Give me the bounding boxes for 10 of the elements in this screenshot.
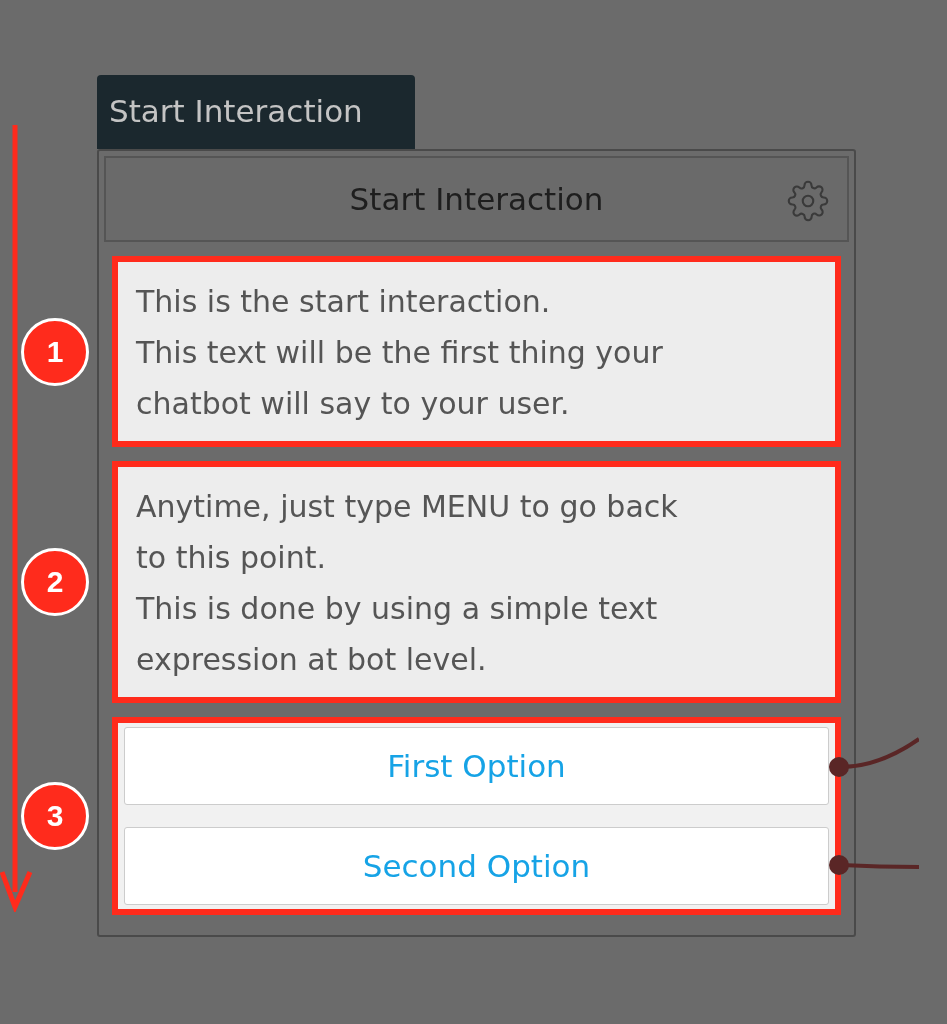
settings-icon[interactable] bbox=[787, 180, 829, 222]
message-text: This is the start interaction. This text will be the first thing your chatbot will say to your user. bbox=[135, 283, 664, 423]
message-text: Anytime, just type MENU to go back to this point. This is done by using a simple text expression at bot level. bbox=[135, 488, 679, 679]
option-button[interactable]: Second Option bbox=[124, 827, 829, 905]
node-title: Start Interaction bbox=[349, 181, 604, 217]
step-badge: 1 bbox=[21, 317, 89, 386]
option-button[interactable]: First Option bbox=[124, 727, 829, 805]
step-badge: 3 bbox=[21, 782, 89, 850]
step-badge: 2 bbox=[21, 548, 89, 616]
node-tab[interactable]: Start Interaction bbox=[97, 75, 415, 149]
